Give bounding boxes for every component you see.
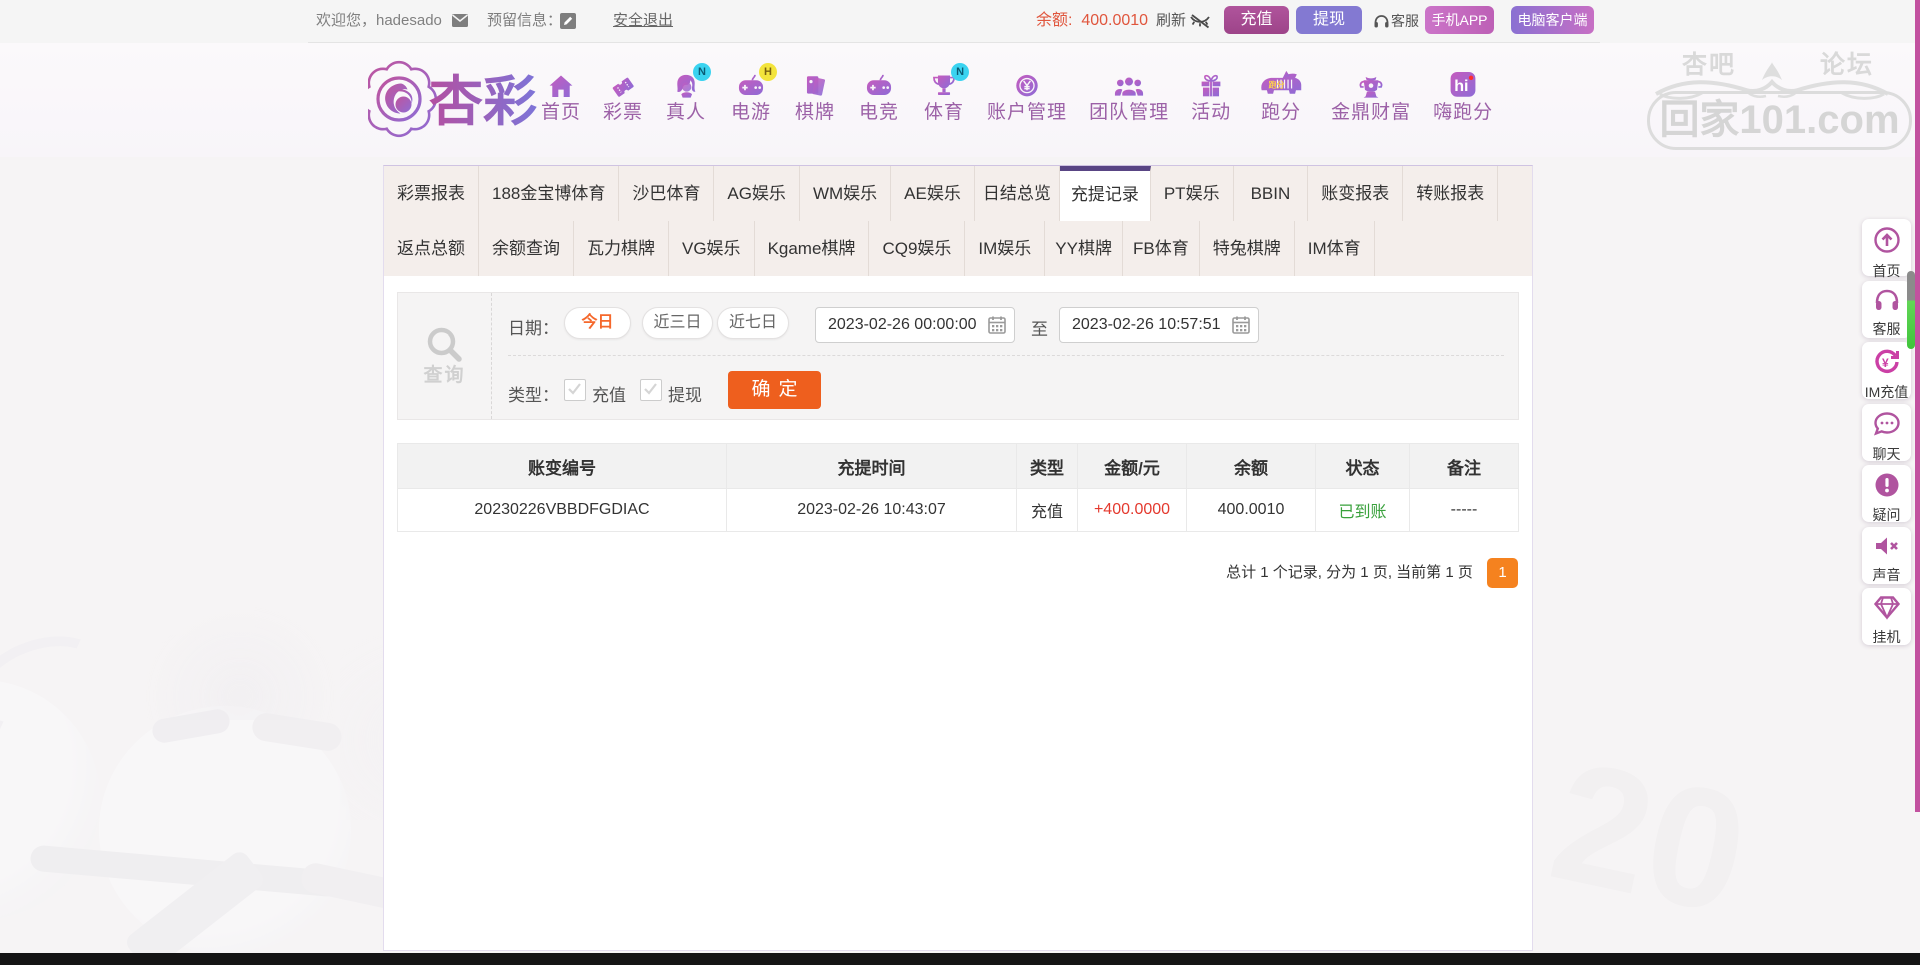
svg-text:跑分: 跑分 [1269,80,1285,90]
svg-text:杏彩: 杏彩 [429,72,537,132]
svg-text:¥: ¥ [1882,356,1889,370]
svg-text:hi: hi [1454,77,1468,95]
